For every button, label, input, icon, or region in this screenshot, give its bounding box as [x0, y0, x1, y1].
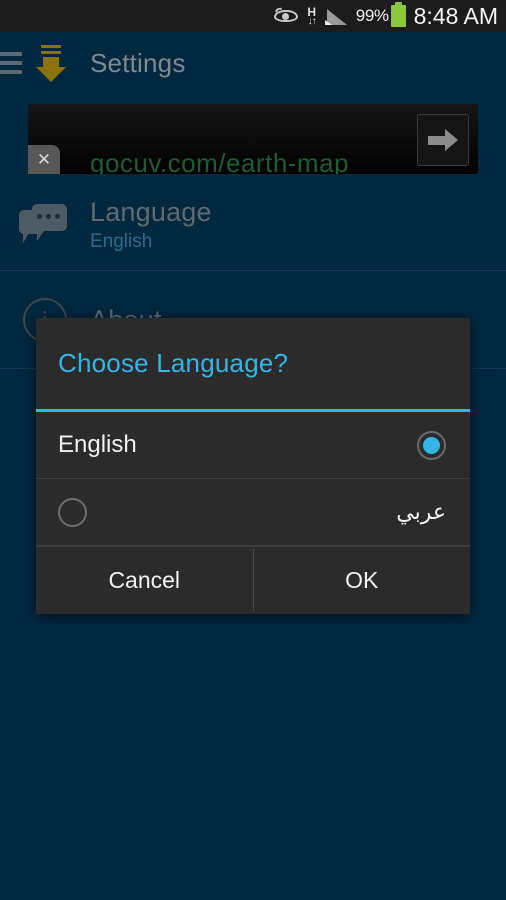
radio-option-arabic[interactable]: عربي — [36, 479, 470, 546]
radio-option-english[interactable]: English — [36, 412, 470, 479]
option-label: عربي — [396, 499, 446, 524]
radio-button-english[interactable] — [417, 430, 446, 460]
dialog-buttons: Cancel OK — [36, 546, 470, 613]
phone-screen: H ↓↑ 99% 8:48 AM Settings gocuv.com/eart… — [0, 0, 506, 900]
ok-button[interactable]: OK — [254, 547, 471, 613]
radio-button-arabic[interactable] — [58, 497, 87, 527]
dialog-title: Choose Language? — [58, 348, 289, 378]
choose-language-dialog: Choose Language? English عربي Cancel OK — [36, 318, 470, 614]
cancel-button[interactable]: Cancel — [36, 547, 253, 613]
option-label: English — [58, 431, 137, 458]
